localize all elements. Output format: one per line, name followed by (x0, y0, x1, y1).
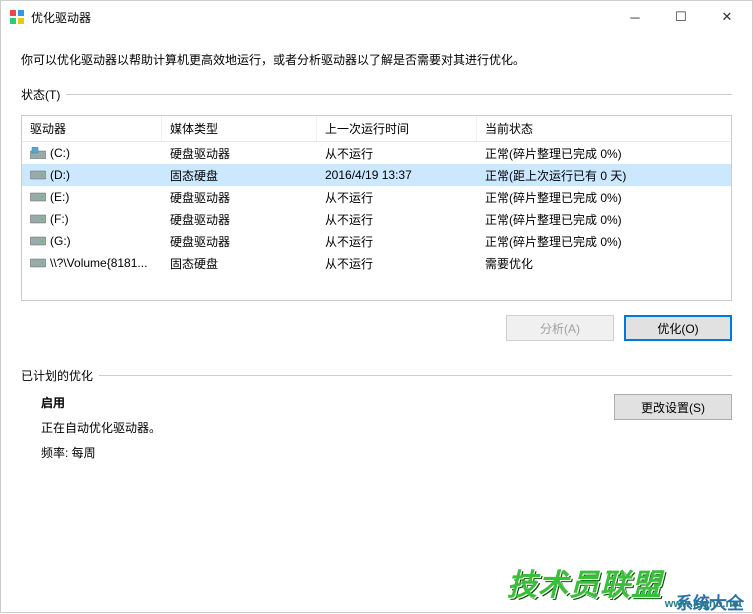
drive-name: (C:) (50, 146, 70, 160)
header-drive[interactable]: 驱动器 (22, 116, 162, 141)
titlebar: 优化驱动器 ─ ☐ ✕ (1, 1, 752, 33)
drive-name: \\?\Volume{8181... (50, 256, 147, 270)
drive-media: 硬盘驱动器 (162, 231, 317, 252)
status-section-label: 状态(T) (21, 86, 66, 103)
minimize-button[interactable]: ─ (612, 2, 658, 32)
drive-last-run: 从不运行 (317, 187, 477, 208)
watermark-url: www.jsgho.net (665, 598, 742, 610)
drive-status: 正常(碎片整理已完成 0%) (477, 231, 731, 252)
drive-icon (30, 235, 46, 247)
analyze-button: 分析(A) (506, 315, 614, 341)
change-settings-button[interactable]: 更改设置(S) (614, 394, 732, 420)
drive-icon (30, 191, 46, 203)
schedule-section-label: 已计划的优化 (21, 367, 99, 384)
drive-media: 硬盘驱动器 (162, 143, 317, 164)
schedule-info-auto: 正在自动优化驱动器。 (41, 419, 614, 436)
header-media[interactable]: 媒体类型 (162, 116, 317, 141)
drive-media: 硬盘驱动器 (162, 209, 317, 230)
watermark-green: 技术员联盟 (507, 560, 662, 604)
table-row[interactable]: (C:) 硬盘驱动器从不运行正常(碎片整理已完成 0%) (22, 142, 731, 164)
drive-list[interactable]: 驱动器 媒体类型 上一次运行时间 当前状态 (C:)硬盘驱动器从不运行正常(碎片… (21, 115, 732, 301)
table-header: 驱动器 媒体类型 上一次运行时间 当前状态 (22, 116, 731, 142)
table-row[interactable]: (G:) 硬盘驱动器从不运行正常(碎片整理已完成 0%) (22, 230, 731, 252)
drive-media: 固态硬盘 (162, 165, 317, 186)
drive-status: 需要优化 (477, 253, 731, 274)
schedule-info-frequency: 频率: 每周 (41, 444, 614, 461)
drive-status: 正常(距上次运行已有 0 天) (477, 165, 731, 186)
drive-status: 正常(碎片整理已完成 0%) (477, 187, 731, 208)
drive-last-run: 从不运行 (317, 231, 477, 252)
drive-last-run: 从不运行 (317, 143, 477, 164)
window-title: 优化驱动器 (31, 9, 612, 26)
drive-icon (30, 213, 46, 225)
description-text: 你可以优化驱动器以帮助计算机更高效地运行，或者分析驱动器以了解是否需要对其进行优… (21, 51, 732, 68)
table-row[interactable]: (E:) 硬盘驱动器从不运行正常(碎片整理已完成 0%) (22, 186, 731, 208)
drive-name: (D:) (50, 168, 70, 182)
header-last[interactable]: 上一次运行时间 (317, 116, 477, 141)
drive-icon (30, 147, 46, 159)
drive-name: (F:) (50, 212, 69, 226)
maximize-button[interactable]: ☐ (658, 2, 704, 32)
drive-status: 正常(碎片整理已完成 0%) (477, 209, 731, 230)
table-row[interactable]: \\?\Volume{8181... 固态硬盘从不运行需要优化 (22, 252, 731, 274)
drive-name: (G:) (50, 234, 71, 248)
close-button[interactable]: ✕ (704, 2, 750, 32)
drive-icon (30, 257, 46, 269)
drive-name: (E:) (50, 190, 69, 204)
schedule-enabled-title: 启用 (41, 394, 614, 411)
optimize-button[interactable]: 优化(O) (624, 315, 732, 341)
header-status[interactable]: 当前状态 (477, 116, 731, 141)
drive-status: 正常(碎片整理已完成 0%) (477, 143, 731, 164)
drive-icon (30, 169, 46, 181)
table-row[interactable]: (D:) 固态硬盘2016/4/19 13:37正常(距上次运行已有 0 天) (22, 164, 731, 186)
drive-last-run: 从不运行 (317, 209, 477, 230)
defrag-app-icon (9, 9, 25, 25)
drive-media: 固态硬盘 (162, 253, 317, 274)
drive-last-run: 从不运行 (317, 253, 477, 274)
drive-media: 硬盘驱动器 (162, 187, 317, 208)
drive-last-run: 2016/4/19 13:37 (317, 166, 477, 184)
table-row[interactable]: (F:) 硬盘驱动器从不运行正常(碎片整理已完成 0%) (22, 208, 731, 230)
